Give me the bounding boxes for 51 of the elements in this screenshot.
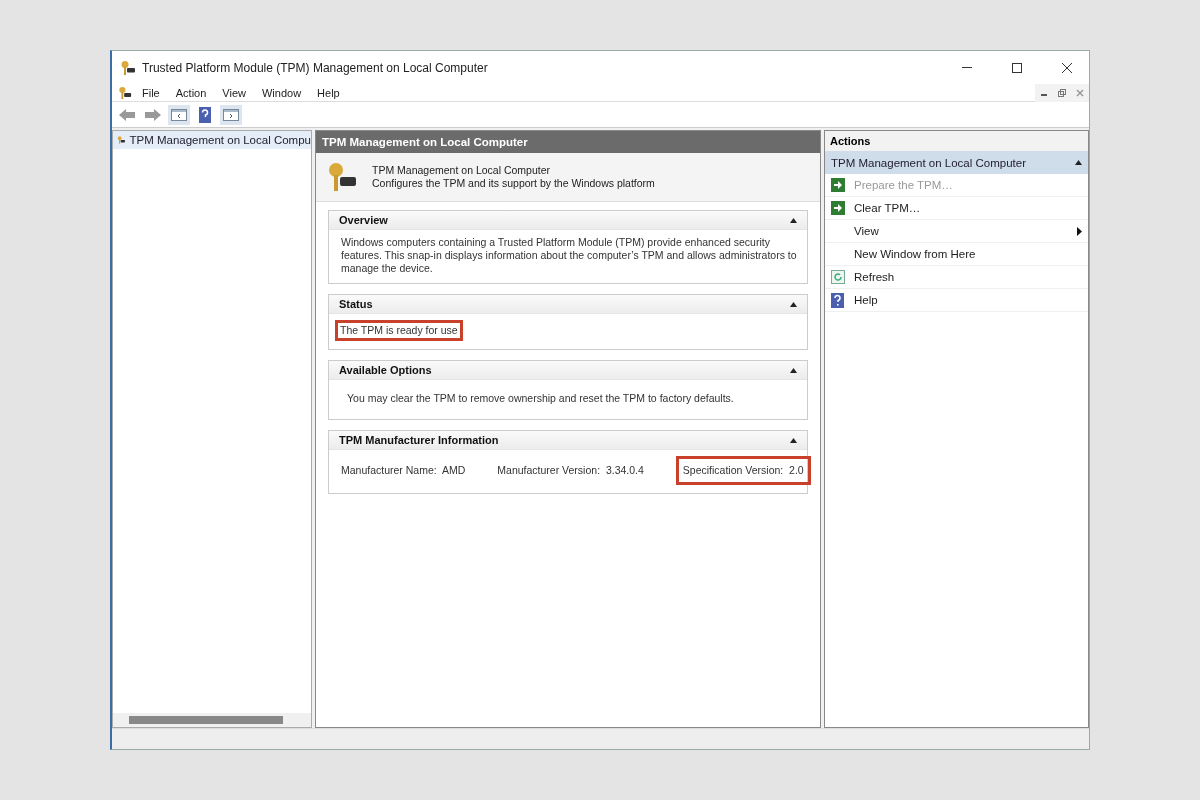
- collapse-icon[interactable]: [790, 217, 797, 223]
- close-icon: [1062, 62, 1072, 73]
- section-title: Status: [339, 298, 373, 310]
- scrollbar-thumb[interactable]: [129, 716, 283, 724]
- section-text: You may clear the TPM to remove ownership and reset the TPM to factory defaults.: [346, 391, 735, 406]
- key-icon: [118, 85, 132, 100]
- section-text: The TPM is ready for use: [335, 320, 463, 341]
- collapse-icon[interactable]: [790, 437, 797, 443]
- maximize-icon: [1012, 62, 1022, 73]
- key-icon: [120, 59, 136, 76]
- pane-header: TPM Management on Local Computer: [316, 131, 820, 153]
- section-title: TPM Manufacturer Information: [339, 434, 499, 446]
- collapse-icon[interactable]: [790, 367, 797, 373]
- key-icon: [117, 133, 126, 147]
- menu-item[interactable]: View: [216, 86, 252, 99]
- show-hide-tree-button[interactable]: [168, 104, 190, 125]
- arrow-icon: [831, 200, 845, 215]
- menu-item[interactable]: Window: [255, 86, 308, 99]
- collapse-icon[interactable]: [1075, 160, 1082, 165]
- task-link[interactable]: Refresh: [825, 266, 1088, 289]
- window-title: Trusted Platform Module (TPM) Management on Local Computer: [142, 60, 489, 75]
- collapse-icon[interactable]: [790, 301, 797, 307]
- key-icon: [326, 161, 358, 193]
- menu-item[interactable]: Action: [169, 86, 213, 99]
- show-hide-action-pane-button[interactable]: [220, 104, 242, 125]
- arrow-icon: [831, 177, 845, 192]
- menu-item[interactable]: Help: [311, 86, 346, 99]
- info-field: Manufacturer Version: 3.34.0.4: [497, 464, 644, 477]
- section-text: Windows computers containing a Trusted Platform Module (TPM) provide enhanced security features. This snap-in displays information about the computer’s TPM and allows administrators to manage the device.: [341, 236, 798, 275]
- task-link[interactable]: New Window from Here: [825, 243, 1088, 266]
- actions-title: Actions: [825, 131, 1088, 151]
- task-link[interactable]: Clear TPM…: [825, 197, 1088, 220]
- scrollbar[interactable]: [113, 713, 311, 727]
- section-title: Available Options: [339, 364, 432, 376]
- info-field: Manufacturer Name: AMD: [341, 464, 466, 477]
- info-field: Specification Version: 2.0: [675, 456, 811, 485]
- snapin-description: Configures the TPM and its support by the Windows platform: [372, 177, 655, 190]
- tree-item[interactable]: TPM Management on Local Compu: [113, 131, 311, 149]
- snapin-title: TPM Management on Local Computer: [372, 164, 551, 177]
- tree-item-label: TPM Management on Local Compu: [129, 134, 311, 146]
- restore-icon: [1058, 88, 1066, 97]
- menu-item[interactable]: File: [136, 86, 166, 99]
- actions-group-label: TPM Management on Local Computer: [831, 156, 1026, 169]
- help-icon: [831, 292, 844, 308]
- actions-group-header[interactable]: TPM Management on Local Computer: [825, 151, 1088, 174]
- section-title: Overview: [339, 214, 388, 226]
- close-icon: [1076, 88, 1084, 97]
- minimize-icon: [962, 67, 972, 68]
- refresh-icon: [831, 269, 845, 284]
- task-link[interactable]: Help: [825, 289, 1088, 312]
- task-link[interactable]: View: [825, 220, 1088, 243]
